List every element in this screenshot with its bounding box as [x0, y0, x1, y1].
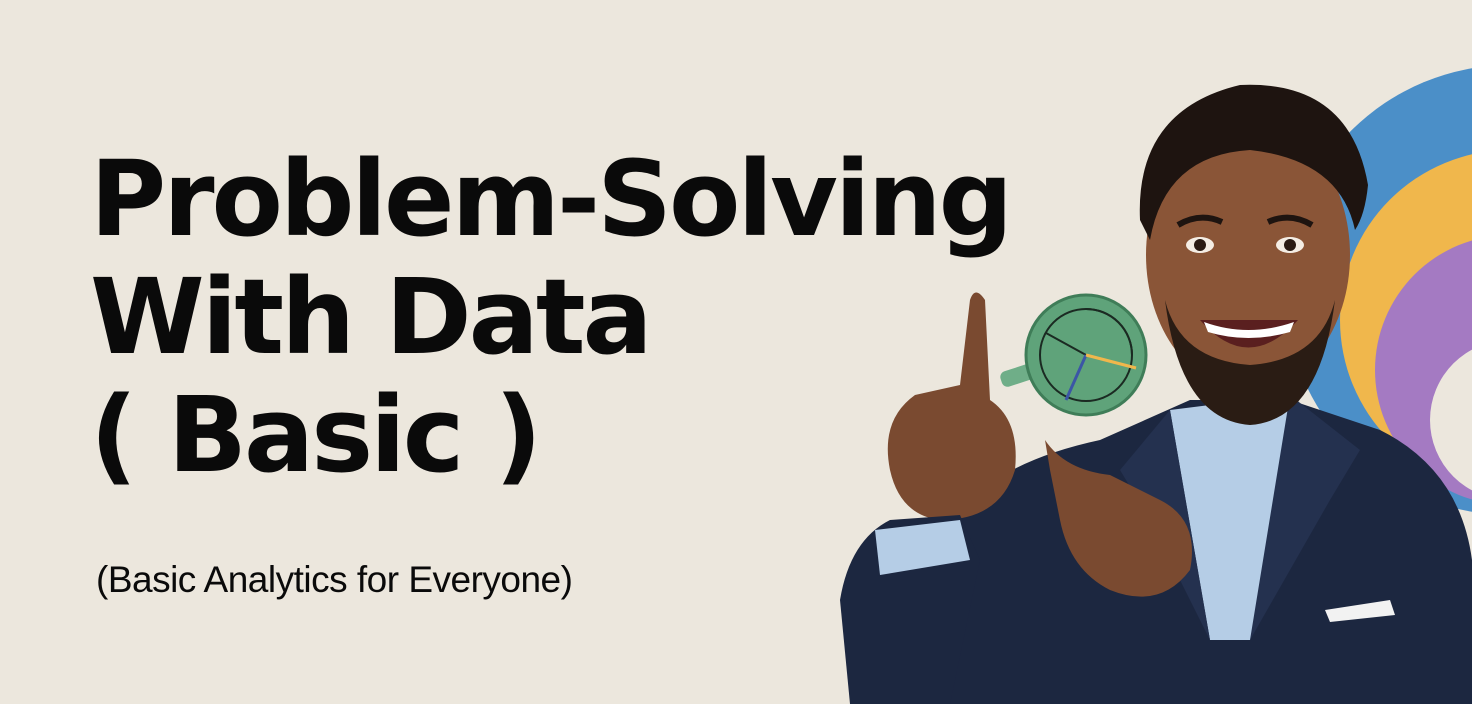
banner: Problem-Solving With Data ( Basic ) (Bas… — [0, 0, 1472, 704]
raised-hand — [887, 292, 1016, 520]
banner-subtitle: (Basic Analytics for Everyone) — [96, 559, 573, 600]
presenter-illustration — [820, 0, 1472, 704]
pupil-left — [1194, 239, 1206, 251]
magnifier-icon — [1000, 293, 1148, 417]
pupil-right — [1284, 239, 1296, 251]
